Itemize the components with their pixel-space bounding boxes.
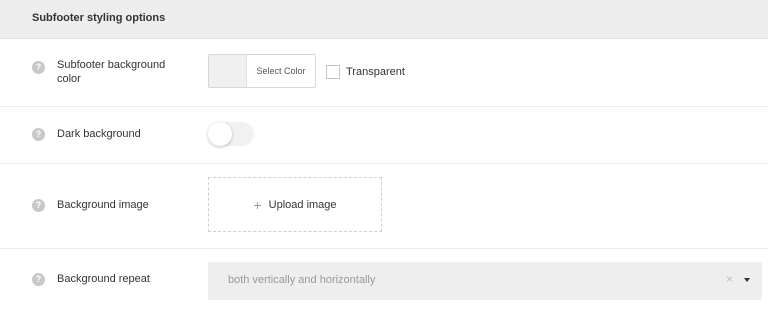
row-label: Subfooter background color [57, 59, 166, 85]
row-subfooter-background-color: ? Subfooter background color Select Colo… [0, 39, 768, 107]
row-dark-background: ? Dark background [0, 107, 768, 164]
row-label: Background image [57, 199, 149, 211]
help-icon[interactable]: ? [32, 199, 45, 212]
plus-icon: + [253, 196, 262, 213]
clear-icon[interactable]: × [726, 272, 733, 286]
transparent-option[interactable]: Transparent [326, 65, 405, 79]
color-swatch[interactable] [209, 55, 247, 87]
dark-background-toggle[interactable] [208, 122, 254, 146]
background-repeat-select[interactable]: both vertically and horizontally × [208, 262, 762, 300]
select-value: both vertically and horizontally [228, 274, 376, 286]
row-label: Background repeat [57, 273, 150, 285]
row-background-repeat: ? Background repeat both vertically and … [0, 249, 768, 331]
color-picker-button[interactable]: Select Color [208, 54, 316, 88]
transparent-label[interactable]: Transparent [346, 66, 405, 78]
toggle-knob[interactable] [208, 122, 232, 146]
chevron-down-icon[interactable] [744, 278, 750, 282]
transparent-checkbox[interactable] [326, 65, 340, 79]
upload-image-button[interactable]: + Upload image [208, 177, 382, 232]
row-background-image: ? Background image + Upload image [0, 164, 768, 249]
select-color-label[interactable]: Select Color [247, 55, 315, 87]
upload-image-label: Upload image [268, 198, 337, 211]
section-header: Subfooter styling options [0, 0, 768, 39]
section-title: Subfooter styling options [32, 12, 166, 24]
help-icon[interactable]: ? [32, 273, 45, 286]
help-icon[interactable]: ? [32, 128, 45, 141]
help-icon[interactable]: ? [32, 61, 45, 74]
row-label: Dark background [57, 128, 141, 140]
